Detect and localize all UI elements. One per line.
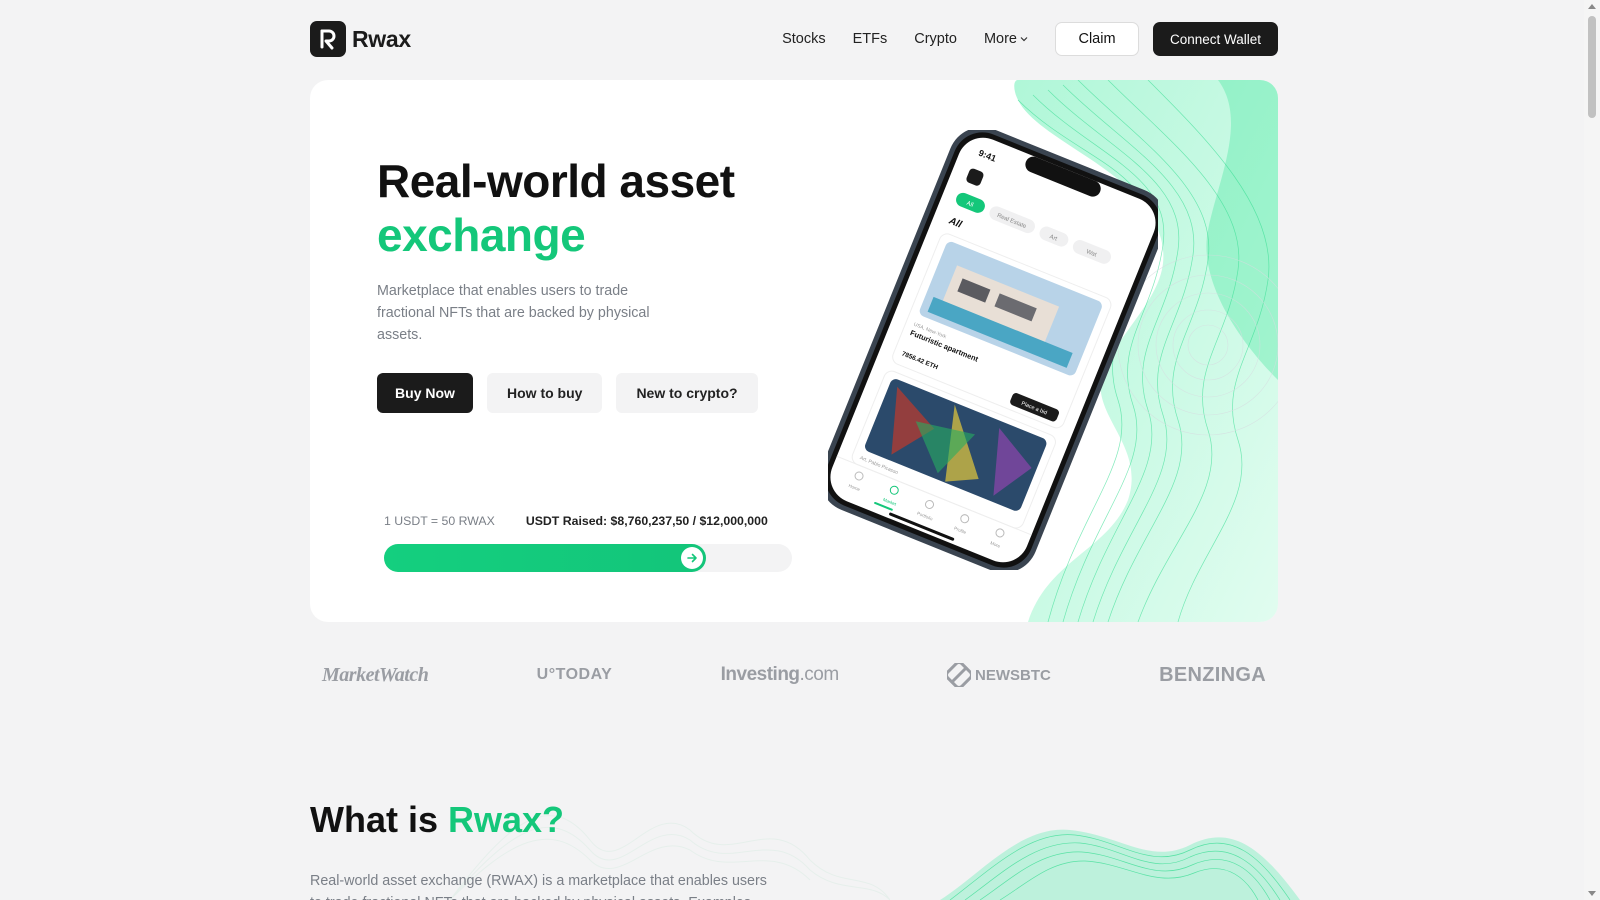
- benzinga-logo[interactable]: BENZINGA: [1159, 664, 1266, 687]
- marketwatch-logo[interactable]: MarketWatch: [322, 664, 429, 687]
- investing-logo-text: Investing: [720, 664, 800, 685]
- hero-title-line: Real-world asset: [377, 155, 735, 207]
- usdt-raised: USDT Raised: $8,760,237,50 / $12,000,000: [525, 514, 768, 528]
- green-wave-decoration-2: [940, 829, 1300, 900]
- nav-item-stocks[interactable]: Stocks: [782, 31, 826, 47]
- presale-progress-bar: [384, 544, 792, 572]
- hero-title: Real-world asset exchange: [377, 154, 735, 262]
- what-title-prefix: What is: [310, 799, 449, 840]
- connect-wallet-button[interactable]: Connect Wallet: [1153, 22, 1278, 56]
- newsbtc-text: NEWSBTC: [975, 666, 1051, 684]
- what-title-accent: Rwax?: [448, 799, 565, 840]
- utoday-logo[interactable]: U°TODAY: [537, 666, 613, 684]
- new-to-crypto-button[interactable]: New to crypto?: [616, 373, 758, 413]
- progress-fill: [384, 544, 707, 572]
- claim-button[interactable]: Claim: [1055, 22, 1139, 56]
- page-scrollbar[interactable]: [1584, 0, 1600, 900]
- newsbtc-mark-icon: [947, 663, 971, 687]
- how-to-buy-button[interactable]: How to buy: [487, 373, 603, 413]
- rwax-logo-icon: [310, 21, 346, 57]
- scroll-thumb[interactable]: [1588, 16, 1596, 118]
- hero-actions: Buy Now How to buy New to crypto?: [377, 373, 758, 413]
- chevron-down-icon: [1020, 37, 1028, 42]
- nav-more-label: More: [983, 31, 1017, 47]
- hero-title-accent: exchange: [377, 209, 586, 261]
- presale-stats: 1 USDT = 50 RWAX USDT Raised: $8,760,237…: [384, 514, 768, 528]
- press-logos: MarketWatch U°TODAY Investing.com NEWSBT…: [310, 655, 1278, 695]
- top-navigation: Rwax Stocks ETFs Crypto More Claim Conne…: [310, 20, 1278, 58]
- brand-name: Rwax: [352, 25, 411, 52]
- arrow-right-icon: [681, 547, 704, 569]
- nav-item-more[interactable]: More: [984, 31, 1028, 47]
- nav-item-crypto[interactable]: Crypto: [914, 31, 957, 47]
- brand-logo[interactable]: Rwax: [310, 21, 411, 57]
- what-is-description: Real-world asset exchange (RWAX) is a ma…: [310, 873, 767, 900]
- scroll-up-icon[interactable]: [1588, 4, 1596, 9]
- nav-menu: Stocks ETFs Crypto More Claim Connect Wa…: [755, 22, 1278, 56]
- hero-description: Marketplace that enables users to trade …: [377, 283, 650, 343]
- hero-card: Real-world asset exchange Marketplace th…: [310, 80, 1278, 622]
- investing-logo-suffix: .com: [799, 664, 840, 685]
- what-is-title: What is Rwax?: [310, 799, 564, 841]
- exchange-rate: 1 USDT = 50 RWAX: [384, 514, 495, 528]
- phone-mockup: 9:41 All Real Estate Art Wat All USA, Ne…: [819, 127, 1167, 573]
- newsbtc-logo[interactable]: NEWSBTC: [947, 663, 1051, 687]
- nav-item-etfs[interactable]: ETFs: [853, 31, 888, 47]
- investing-logo[interactable]: Investing.com: [720, 664, 840, 686]
- scroll-down-icon[interactable]: [1588, 891, 1596, 896]
- buy-now-button[interactable]: Buy Now: [377, 373, 473, 413]
